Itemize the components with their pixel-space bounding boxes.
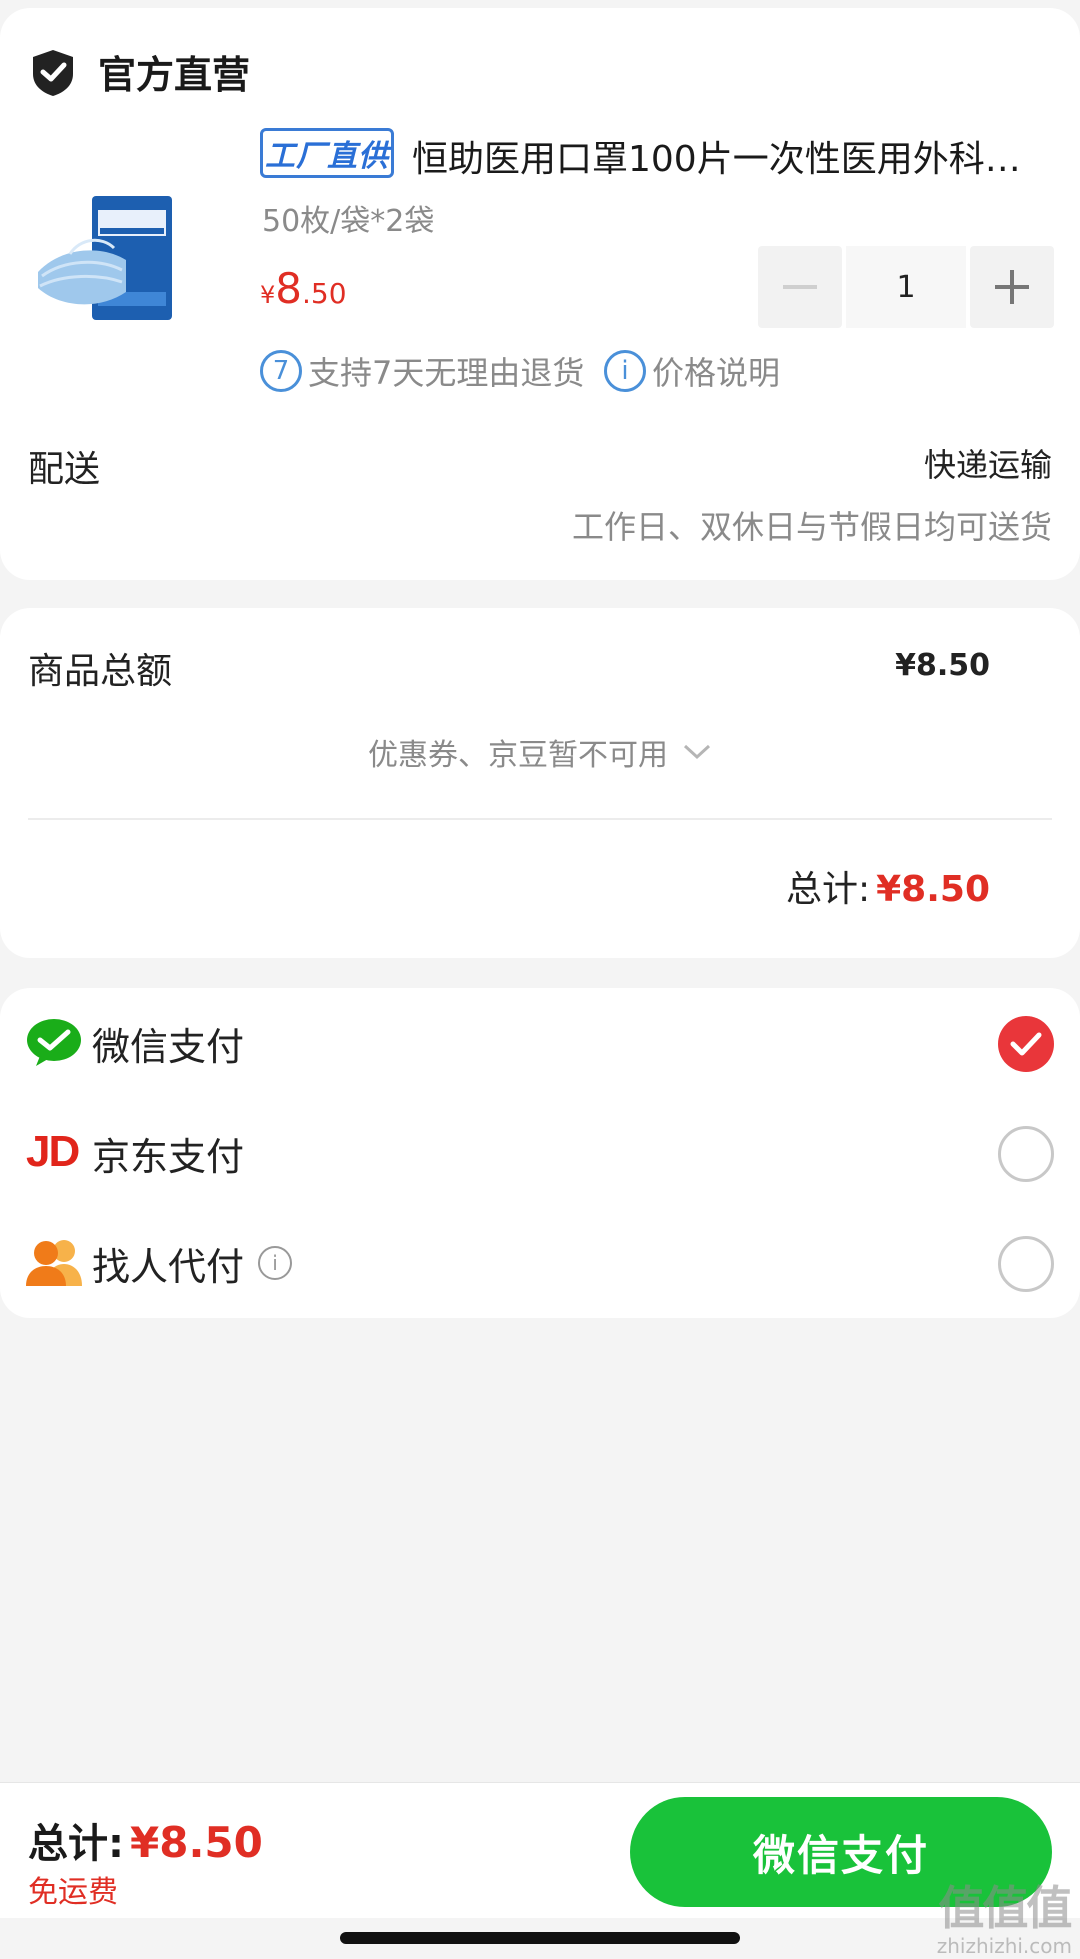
goods-total-label: 商品总额	[28, 651, 173, 692]
minus-icon	[783, 285, 817, 289]
friend-pay-radio[interactable]	[998, 1236, 1054, 1292]
price-explanation-link[interactable]: i 价格说明	[604, 348, 780, 394]
quantity-value[interactable]: 1	[846, 246, 966, 328]
jd-pay-label: 京东支付	[92, 1135, 245, 1179]
watermark: 值值值 zhizhizhi.com	[936, 1872, 1073, 1958]
quantity-stepper: 1	[758, 246, 1054, 328]
decrement-button[interactable]	[758, 246, 842, 328]
home-indicator[interactable]	[340, 1932, 740, 1944]
wechat-pay-radio-checked[interactable]	[998, 1016, 1054, 1072]
checkout-bar: 总计: ¥8.50 免运费 微信支付	[0, 1782, 1080, 1918]
plus-icon	[995, 270, 1029, 304]
bottom-total: 总计: ¥8.50	[28, 1811, 263, 1869]
price-explanation-label: 价格说明	[652, 354, 781, 392]
price-currency: ¥	[260, 281, 276, 309]
info-icon[interactable]: i	[258, 1246, 292, 1280]
seven-day-return-icon: 7	[260, 350, 302, 392]
friends-pay-icon	[26, 1236, 82, 1288]
product-title[interactable]: 恒助医用口罩100片一次性医用外科…	[412, 130, 1052, 182]
coupon-row[interactable]: 优惠券、京豆暂不可用	[0, 730, 1080, 774]
product-price: ¥ 8 .50	[260, 264, 347, 313]
bottom-total-label: 总计:	[28, 1821, 124, 1867]
price-integer: 8	[275, 264, 303, 313]
mask-package-image[interactable]	[30, 188, 180, 338]
product-card: 官方直营 工厂直供 恒助医用口罩100片一次性医用外科… 50枚/袋*2袋 ¥ …	[0, 8, 1080, 580]
wechat-pay-icon	[26, 1016, 82, 1068]
bottom-total-value: ¥8.50	[130, 1818, 263, 1867]
payment-methods-card: 微信支付 JD 京东支付 找人代付 i	[0, 988, 1080, 1318]
free-shipping-label: 免运费	[28, 1875, 118, 1910]
seven-day-return-service[interactable]: 7 支持7天无理由退货	[260, 348, 584, 394]
shop-name[interactable]: 官方直营	[98, 44, 250, 99]
product-spec: 50枚/袋*2袋	[262, 204, 435, 239]
friend-pay-label: 找人代付	[92, 1245, 245, 1289]
increment-button[interactable]	[970, 246, 1054, 328]
jd-pay-icon: JD	[26, 1127, 80, 1176]
total-label: 总计:	[785, 869, 871, 910]
info-icon: i	[604, 350, 646, 392]
payment-option-jd[interactable]: JD 京东支付	[0, 1098, 1080, 1208]
factory-direct-badge: 工厂直供	[260, 128, 394, 178]
shield-icon	[30, 48, 76, 98]
watermark-url: zhizhizhi.com	[936, 1934, 1072, 1958]
goods-total-value: ¥8.50	[895, 648, 990, 683]
divider	[28, 818, 1052, 820]
chevron-down-icon	[683, 744, 711, 760]
check-icon	[1010, 1032, 1042, 1056]
price-decimal: .50	[302, 277, 347, 310]
delivery-method[interactable]: 快递运输	[924, 440, 1052, 486]
wechat-pay-label: 微信支付	[92, 1025, 245, 1069]
order-summary-card: 商品总额 ¥8.50 优惠券、京豆暂不可用 总计: ¥8.50	[0, 608, 1080, 958]
watermark-logo: 值值值	[938, 1881, 1072, 1935]
payment-option-wechat[interactable]: 微信支付	[0, 988, 1080, 1098]
jd-pay-radio[interactable]	[998, 1126, 1054, 1182]
seven-day-return-label: 支持7天无理由退货	[308, 354, 585, 392]
delivery-note: 工作日、双休日与节假日均可送货	[571, 508, 1052, 546]
coupon-text: 优惠券、京豆暂不可用	[368, 738, 668, 773]
total-value: ¥8.50	[876, 869, 990, 910]
payment-option-friend[interactable]: 找人代付 i	[0, 1208, 1080, 1318]
delivery-label: 配送	[28, 449, 101, 490]
order-total: 总计: ¥8.50	[786, 860, 990, 912]
